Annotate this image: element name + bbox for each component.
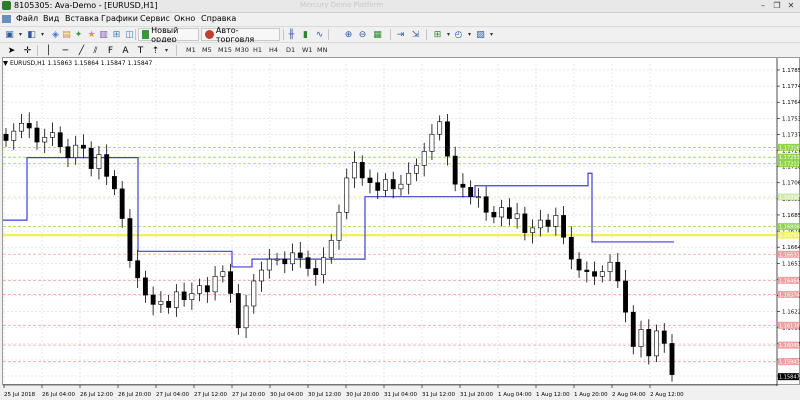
close-icon[interactable]: ✕ xyxy=(784,0,798,12)
candlesticks-icon[interactable]: ▮ xyxy=(300,29,311,40)
title-bar: 8105305: Ava-Demo - [EURUSD,H1] Mercury … xyxy=(0,0,800,13)
new-chart-icon[interactable]: ▣ xyxy=(4,29,15,40)
toolbar-separator xyxy=(390,29,391,40)
time-tick-label: 27 Jul 20:00 xyxy=(232,392,265,398)
periods-icon[interactable]: ◴ xyxy=(453,29,464,40)
standard-toolbar: ▣ ▾ ◧ ▾ ◈ ▤ ✦ ★ ▥ ⊞ ◫ Новый ордер Авто-т… xyxy=(0,25,800,44)
chart-header: EURUSD,H1 1.15863 1.15864 1.15847 1.1584… xyxy=(10,60,153,67)
indicators-icon[interactable]: ⊞ xyxy=(432,29,443,40)
options-icon[interactable]: ◫ xyxy=(124,29,135,40)
dropdown-arrow-icon[interactable]: ▾ xyxy=(161,45,172,56)
timeframe-m5[interactable]: M5 xyxy=(200,45,214,55)
toolbar-separator xyxy=(328,29,329,40)
equidistant-channel-icon[interactable]: ⫽ xyxy=(90,45,101,56)
time-tick-label: 25 Jul 2018 xyxy=(4,392,36,398)
time-tick-label: 26 Jul 12:00 xyxy=(80,392,113,398)
time-tick-label: 30 Jul 04:00 xyxy=(270,392,303,398)
time-tick-label: 1 Aug 12:00 xyxy=(536,392,570,398)
profiles-icon[interactable]: ◧ xyxy=(26,29,37,40)
time-tick-label: 30 Jul 20:00 xyxy=(346,392,379,398)
timeframe-h1[interactable]: H1 xyxy=(251,45,264,55)
dropdown-arrow-icon[interactable]: ▾ xyxy=(486,29,497,40)
timeframe-w1[interactable]: W1 xyxy=(300,45,315,55)
fibonacci-icon[interactable]: F xyxy=(105,45,116,56)
window-title: 8105305: Ava-Demo - [EURUSD,H1] xyxy=(14,1,158,10)
new-order-icon xyxy=(142,30,150,39)
toolbar-separator xyxy=(426,29,427,40)
arrows-icon[interactable]: ⇡ xyxy=(150,45,161,56)
strategy-tester-icon[interactable]: ⊞ xyxy=(111,29,122,40)
text-icon[interactable]: A xyxy=(120,45,131,56)
time-tick-label: 31 Jul 20:00 xyxy=(460,392,493,398)
line-studies-toolbar: ➤ ✛ │ ─ ╱ ⫽ F A T ⇡ ▾ M1 M5 M15 M30 H1 H… xyxy=(0,42,800,57)
market-watch-icon[interactable]: ◈ xyxy=(50,29,61,40)
time-tick-label: 27 Jul 04:00 xyxy=(156,392,189,398)
crosshair-icon[interactable]: ✛ xyxy=(22,45,33,56)
auto-scroll-icon[interactable]: ⇲ xyxy=(410,29,421,40)
menu-charts[interactable]: Графики xyxy=(101,14,138,23)
time-tick-label: 26 Jul 04:00 xyxy=(42,392,75,398)
menu-insert[interactable]: Вставка xyxy=(65,14,99,23)
auto-trading-button[interactable]: Авто-торговля xyxy=(201,25,280,44)
trendline-icon[interactable]: ╱ xyxy=(76,45,87,56)
timeframe-m15[interactable]: M15 xyxy=(216,45,234,55)
menu-help[interactable]: Справка xyxy=(201,14,236,23)
favorites-icon[interactable]: ★ xyxy=(86,29,97,40)
zoom-in-icon[interactable]: ⊕ xyxy=(343,29,354,40)
menu-tools[interactable]: Сервис xyxy=(140,14,170,23)
text-label-icon[interactable]: T xyxy=(135,45,146,56)
terminal-icon[interactable]: ▥ xyxy=(98,29,109,40)
time-tick-label: 1 Aug 04:00 xyxy=(498,392,532,398)
toolbar-separator xyxy=(176,45,177,56)
new-order-button[interactable]: Новый ордер xyxy=(138,25,199,44)
time-tick-label: 31 Jul 04:00 xyxy=(384,392,417,398)
time-tick-label: 30 Jul 12:00 xyxy=(308,392,341,398)
dropdown-arrow-icon[interactable]: ▾ xyxy=(464,29,475,40)
menu-window[interactable]: Окно xyxy=(174,14,195,23)
timeframe-m30[interactable]: M30 xyxy=(233,45,251,55)
time-tick-label: 31 Jul 12:00 xyxy=(422,392,455,398)
menu-view[interactable]: Вид xyxy=(43,14,59,23)
menu-file[interactable]: Файл xyxy=(16,14,38,23)
time-tick-label: 26 Jul 20:00 xyxy=(118,392,151,398)
data-window-icon[interactable]: ▤ xyxy=(61,29,72,40)
timeframe-d1[interactable]: D1 xyxy=(284,45,297,55)
timeframe-mn[interactable]: MN xyxy=(315,45,329,55)
menu-bar: Файл Вид Вставка Графики Сервис Окно Спр… xyxy=(0,13,800,25)
restore-icon[interactable]: ❐ xyxy=(770,0,784,12)
time-tick-label: 2 Aug 12:00 xyxy=(650,392,684,398)
chart-window-icon[interactable] xyxy=(2,15,11,23)
toolbar-separator xyxy=(283,29,284,40)
chart-window[interactable] xyxy=(2,57,800,385)
app-icon xyxy=(2,1,11,10)
dropdown-arrow-icon[interactable]: ▾ xyxy=(15,29,26,40)
horizontal-line-icon[interactable]: ─ xyxy=(60,45,71,56)
cursor-icon[interactable]: ➤ xyxy=(6,45,17,56)
minimize-icon[interactable]: – xyxy=(756,0,770,12)
time-axis: 25 Jul 2018 26 Jul 04:00 26 Jul 12:00 26 Ju… xyxy=(3,384,777,398)
window-faint-title: Mercury Demo Platform xyxy=(300,1,384,9)
line-chart-icon[interactable]: ∿ xyxy=(314,29,325,40)
window-controls: – ❐ ✕ xyxy=(756,0,798,12)
auto-trading-label: Авто-торговля xyxy=(215,25,255,44)
chart-shift-icon[interactable]: ⇥ xyxy=(395,29,406,40)
timeframe-m1[interactable]: M1 xyxy=(184,45,198,55)
toolbar-separator xyxy=(37,45,38,56)
timeframe-h4[interactable]: H4 xyxy=(267,45,280,55)
navigator-icon[interactable]: ✦ xyxy=(73,29,84,40)
time-tick-label: 1 Aug 20:00 xyxy=(574,392,608,398)
dropdown-arrow-icon[interactable]: ▾ xyxy=(37,29,48,40)
toolbar-separator xyxy=(135,29,136,40)
auto-trading-icon xyxy=(205,30,214,39)
time-tick-label: 2 Aug 04:00 xyxy=(612,392,646,398)
zoom-out-icon[interactable]: ⊖ xyxy=(357,29,368,40)
bar-chart-icon[interactable]: ╫ xyxy=(286,29,297,40)
time-tick-label: 27 Jul 12:00 xyxy=(194,392,227,398)
templates-icon[interactable]: ▨ xyxy=(475,29,486,40)
vertical-line-icon[interactable]: │ xyxy=(43,45,54,56)
new-order-label: Новый ордер xyxy=(151,25,179,44)
tile-windows-icon[interactable]: ▦ xyxy=(372,29,383,40)
